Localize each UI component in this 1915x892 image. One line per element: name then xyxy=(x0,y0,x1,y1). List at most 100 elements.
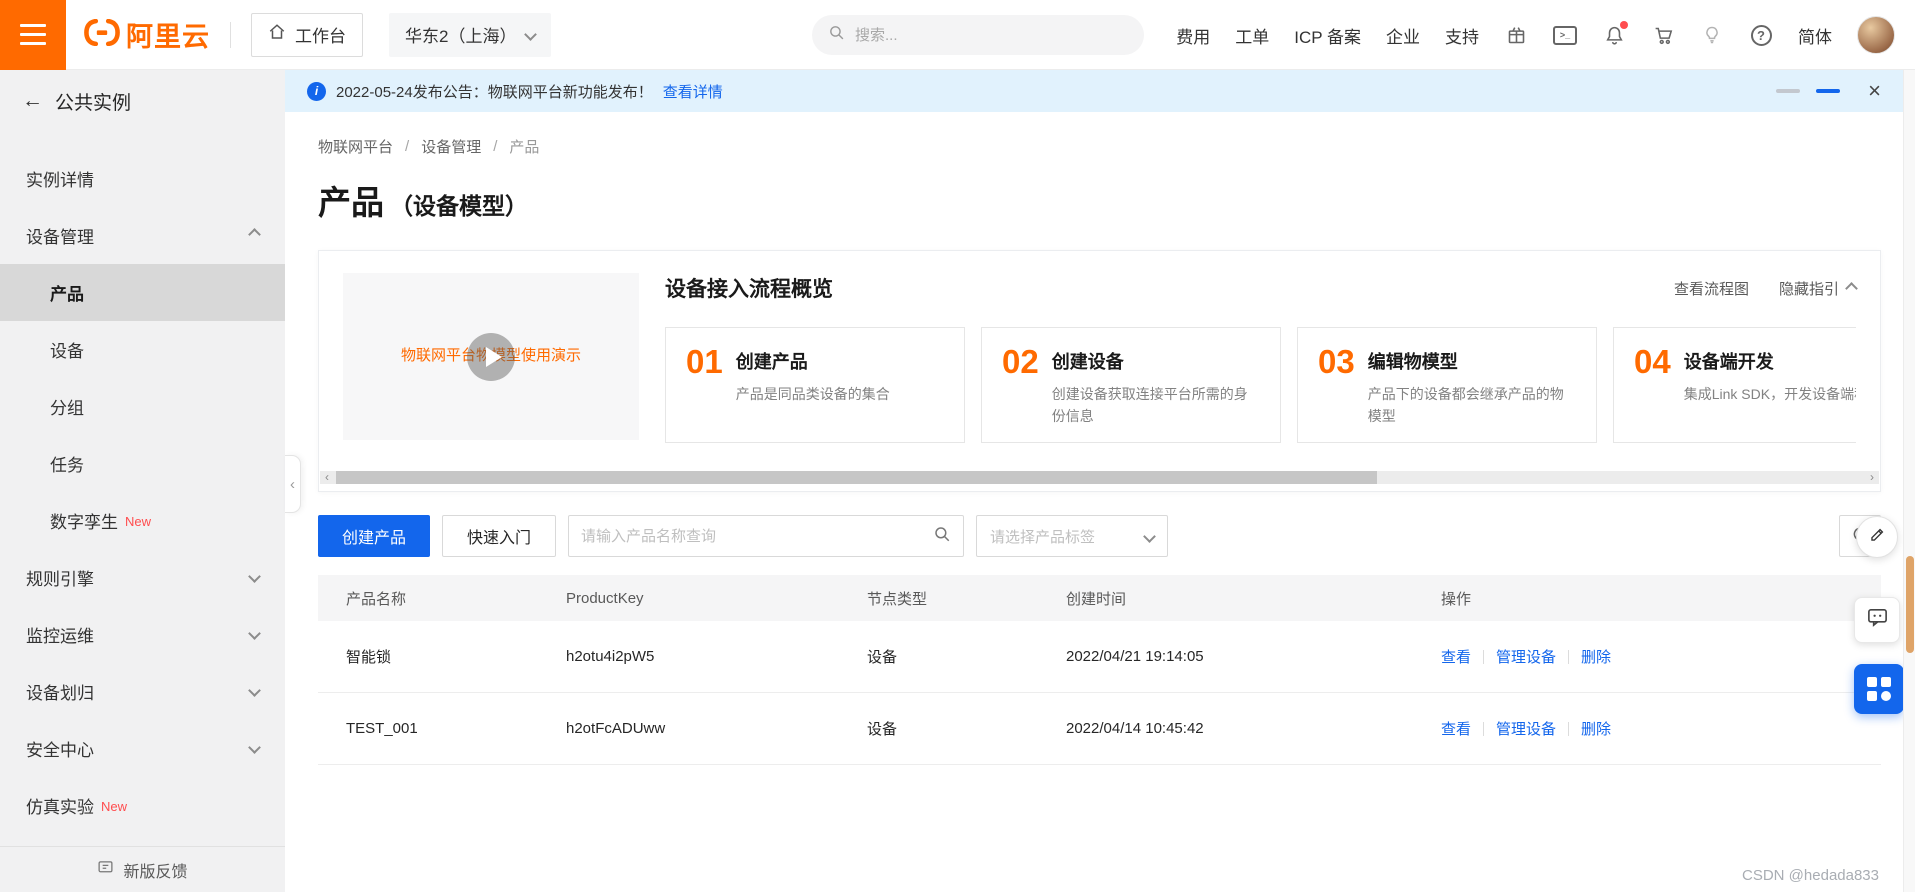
cell-product-key: h2otu4i2pW5 xyxy=(566,648,655,665)
product-search-input[interactable] xyxy=(581,527,926,545)
nav-link-support[interactable]: 支持 xyxy=(1445,23,1479,48)
play-button[interactable] xyxy=(467,332,515,381)
notification-badge xyxy=(1620,21,1628,29)
topnav-right: 费用 工单 ICP 备案 企业 支持 >_ ? 简体 xyxy=(1176,0,1895,70)
manage-devices-link[interactable]: 管理设备 xyxy=(1496,718,1556,739)
alibaba-cloud-logo[interactable]: 阿里云 xyxy=(84,15,210,54)
vertical-scrollbar-thumb[interactable] xyxy=(1906,556,1914,653)
user-avatar[interactable] xyxy=(1857,16,1895,54)
watermark: CSDN @hedada833 xyxy=(1742,867,1879,884)
page: 阿里云 工作台 华东2（上海） 费用 工单 ICP 备案 企业 支持 xyxy=(0,0,1915,892)
view-link[interactable]: 查看 xyxy=(1441,718,1471,739)
cell-product-key: h2otFcADUww xyxy=(566,720,666,737)
hamburger-icon xyxy=(20,24,46,27)
nav-link-icp[interactable]: ICP 备案 xyxy=(1294,23,1361,48)
content-area: 物联网平台 / 设备管理 / 产品 产品 （设备模型） 物联网平台物模型使用演示 xyxy=(285,136,1903,765)
sidebar-item-simulation[interactable]: 仿真实验 New xyxy=(0,777,285,834)
chevron-down-icon xyxy=(248,626,261,640)
help-icon[interactable]: ? xyxy=(1749,23,1773,47)
sidebar-item-security-center[interactable]: 安全中心 xyxy=(0,720,285,777)
notification-bell-icon[interactable] xyxy=(1602,21,1628,47)
delete-link[interactable]: 删除 xyxy=(1581,646,1611,667)
breadcrumb-iot-platform[interactable]: 物联网平台 xyxy=(318,136,393,157)
chat-support-button[interactable] xyxy=(1854,597,1900,643)
global-search xyxy=(812,15,1144,55)
view-link[interactable]: 查看 xyxy=(1441,646,1471,667)
header-product-name: 产品名称 xyxy=(346,590,407,608)
sidebar-item-group[interactable]: 分组 xyxy=(0,378,285,435)
banner-indicator-2[interactable] xyxy=(1816,89,1841,93)
scroll-left-arrow-icon[interactable]: ‹ xyxy=(320,471,334,484)
table-row: 智能锁 h2otu4i2pW5 设备 2022/04/21 19:14:05 查… xyxy=(318,621,1881,693)
breadcrumb: 物联网平台 / 设备管理 / 产品 xyxy=(318,136,1881,157)
table-row: TEST_001 h2otFcADUww 设备 2022/04/14 10:45… xyxy=(318,693,1881,765)
scroll-right-arrow-icon[interactable]: › xyxy=(1865,471,1879,484)
vertical-scrollbar[interactable] xyxy=(1903,70,1915,892)
chevron-down-icon xyxy=(248,740,261,754)
create-product-button[interactable]: 创建产品 xyxy=(318,515,431,557)
scrollbar-thumb[interactable] xyxy=(336,471,1378,484)
sidebar-item-monitoring-ops[interactable]: 监控运维 xyxy=(0,606,285,663)
info-icon: i xyxy=(307,81,326,101)
cloudshell-terminal-icon[interactable]: >_ xyxy=(1553,23,1577,47)
sidebar-item-digital-twin[interactable]: 数字孪生 New xyxy=(0,492,285,549)
search-icon[interactable] xyxy=(933,525,951,548)
edit-feedback-button[interactable] xyxy=(1856,516,1898,558)
chevron-down-icon xyxy=(1143,529,1156,543)
region-selector[interactable]: 华东2（上海） xyxy=(389,12,552,57)
breadcrumb-device-management[interactable]: 设备管理 xyxy=(421,136,481,157)
quickstart-button[interactable]: 快速入门 xyxy=(442,515,557,557)
cart-icon[interactable] xyxy=(1651,23,1675,47)
feedback-label: 新版反馈 xyxy=(123,863,188,881)
scrollbar-track[interactable] xyxy=(334,471,1865,484)
view-details-link[interactable]: 查看详情 xyxy=(663,81,723,102)
chevron-down-icon xyxy=(524,28,538,41)
sidebar-menu: 实例详情 设备管理 产品 设备 分组 任务 数字孪生 New 规则引擎 监控运维… xyxy=(0,132,285,834)
chevron-up-icon xyxy=(1845,281,1858,295)
sidebar-item-device[interactable]: 设备 xyxy=(0,321,285,378)
tutorial-video-thumbnail[interactable]: 物联网平台物模型使用演示 xyxy=(343,273,639,440)
sidebar-back-label: 公共实例 xyxy=(55,92,132,114)
home-icon xyxy=(268,23,286,46)
product-search-box xyxy=(568,515,965,557)
sidebar-item-product[interactable]: 产品 xyxy=(0,264,285,321)
manage-devices-link[interactable]: 管理设备 xyxy=(1496,646,1556,667)
feedback-button[interactable]: 新版反馈 xyxy=(0,846,285,892)
search-icon xyxy=(828,24,845,46)
horizontal-scrollbar[interactable]: ‹ › xyxy=(320,471,1879,484)
sidebar-item-task[interactable]: 任务 xyxy=(0,435,285,492)
chevron-down-icon xyxy=(248,683,261,697)
header-product-key: ProductKey xyxy=(566,589,644,607)
view-flowchart-link[interactable]: 查看流程图 xyxy=(1674,278,1749,299)
sidebar-item-device-allocation[interactable]: 设备划归 xyxy=(0,663,285,720)
sidebar-item-device-management[interactable]: 设备管理 xyxy=(0,207,285,264)
nav-link-billing[interactable]: 费用 xyxy=(1176,23,1210,48)
sidebar-collapse-handle[interactable]: ‹ xyxy=(285,455,301,513)
close-icon[interactable]: × xyxy=(1868,80,1881,102)
nav-link-tickets[interactable]: 工单 xyxy=(1235,23,1269,48)
sidebar-back-public-instance[interactable]: ← 公共实例 xyxy=(0,70,285,132)
mini-apps-button[interactable] xyxy=(1854,664,1904,714)
banner-indicator-1[interactable] xyxy=(1776,89,1801,93)
workbench-button[interactable]: 工作台 xyxy=(251,12,363,57)
breadcrumb-current: 产品 xyxy=(509,139,540,156)
chevron-up-icon xyxy=(248,227,261,241)
hamburger-menu-button[interactable] xyxy=(0,0,66,70)
region-label: 华东2（上海） xyxy=(405,27,517,46)
lightbulb-icon[interactable] xyxy=(1700,23,1724,47)
chevron-down-icon xyxy=(248,569,261,583)
app-box-icon[interactable] xyxy=(1504,23,1528,47)
main-content: i 2022-05-24发布公告：物联网平台新功能发布！ 查看详情 × 物联网平… xyxy=(285,70,1903,892)
global-search-input[interactable] xyxy=(855,26,1128,44)
hide-guide-link[interactable]: 隐藏指引 xyxy=(1779,278,1858,299)
sidebar-item-rules-engine[interactable]: 规则引擎 xyxy=(0,549,285,606)
product-table: 产品名称 ProductKey 节点类型 创建时间 操作 智能锁 h2otu4i… xyxy=(318,575,1881,765)
sidebar-item-instance-detail[interactable]: 实例详情 xyxy=(0,150,285,207)
cell-node-type: 设备 xyxy=(867,649,898,666)
language-switcher[interactable]: 简体 xyxy=(1798,23,1832,48)
nav-link-enterprise[interactable]: 企业 xyxy=(1386,23,1420,48)
delete-link[interactable]: 删除 xyxy=(1581,718,1611,739)
guide-steps: 01 创建产品 产品是同品类设备的集合 02 创建设备 创建设备获取连接平台所需… xyxy=(665,327,1856,443)
product-tag-select[interactable]: 请选择产品标签 xyxy=(976,515,1169,557)
apps-grid-icon xyxy=(1867,677,1891,701)
